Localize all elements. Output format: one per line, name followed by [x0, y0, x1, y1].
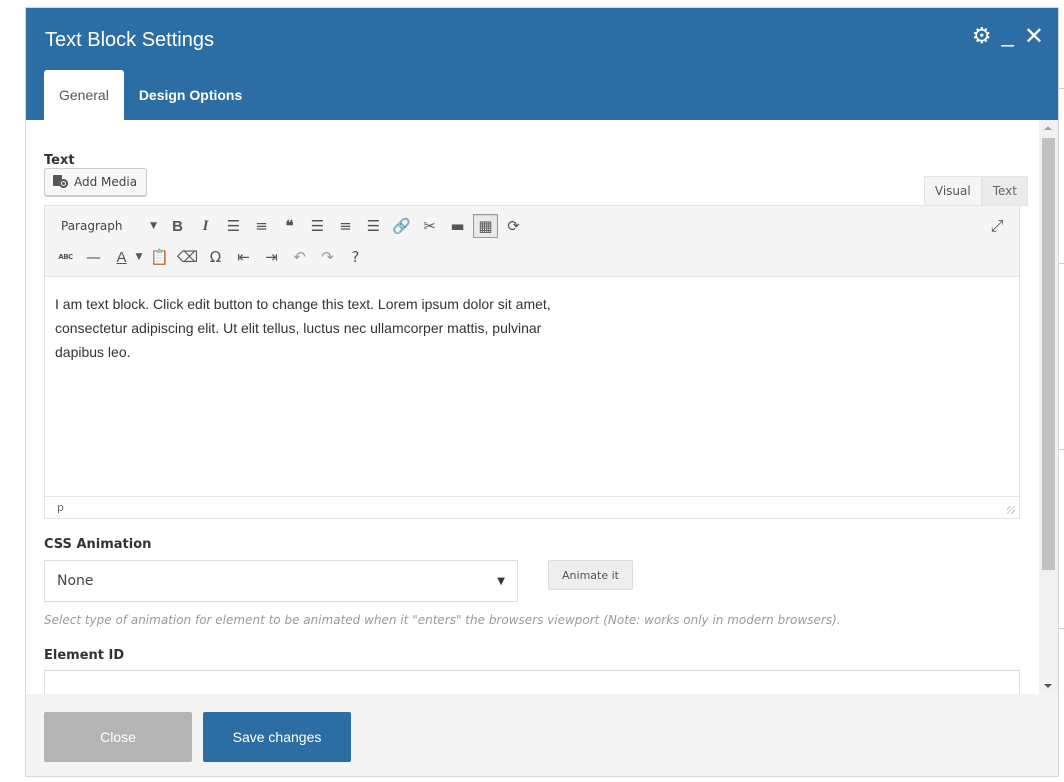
toolbar-row-1: Paragraph ▼ B I ☰ ≡ ❝ ☰ ≡ ☰ 🔗 ✂ ▬ ▦ ⟳ [53, 213, 529, 239]
strikethrough-icon[interactable]: ABC [53, 245, 78, 269]
modal-footer: Close Save changes [26, 694, 1058, 776]
add-media-button[interactable]: Add Media [44, 168, 148, 196]
align-center-icon[interactable]: ≡ [333, 214, 358, 238]
fullscreen-icon[interactable]: ⤢ [985, 214, 1009, 238]
css-animation-help: Select type of animation for element to … [44, 613, 841, 627]
tab-text[interactable]: Text [981, 176, 1028, 206]
chevron-down-icon: ▼ [150, 221, 157, 231]
blockquote-icon[interactable]: ❝ [277, 214, 302, 238]
toolbar-row-2: ABC — A ▼ 📋 ⌫ Ω ⇤ ⇥ ↶ ↷ ? [53, 244, 371, 270]
read-more-icon[interactable]: ▬ [445, 214, 470, 238]
text-field-label: Text [44, 153, 75, 168]
editor-mode-tabs: Visual Text [923, 176, 1028, 206]
css-animation-select[interactable]: None ▼ [44, 560, 518, 602]
resize-grip-icon[interactable] [1007, 506, 1015, 514]
modal-title: Text Block Settings [45, 29, 214, 51]
element-id-input[interactable] [44, 670, 1020, 694]
close-icon[interactable]: ✕ [1024, 25, 1044, 49]
add-media-icon [53, 175, 69, 189]
format-select[interactable]: Paragraph ▼ [53, 214, 165, 238]
chevron-down-icon: ▼ [497, 575, 505, 587]
css-animation-value: None [57, 573, 94, 589]
modal-content: Text Add Media Visual Text Paragraph ▼ B [26, 120, 1038, 694]
redo-icon[interactable]: ↷ [315, 245, 340, 269]
modal-tabs: General Design Options [44, 70, 257, 120]
clear-formatting-icon[interactable]: ⌫ [175, 245, 200, 269]
text-color-icon[interactable]: A [109, 245, 134, 269]
indent-icon[interactable]: ⇥ [259, 245, 284, 269]
scroll-down-icon[interactable] [1044, 684, 1052, 688]
add-media-label: Add Media [74, 175, 138, 189]
format-select-value: Paragraph [61, 219, 123, 233]
tab-design-options[interactable]: Design Options [124, 70, 257, 120]
outdent-icon[interactable]: ⇤ [231, 245, 256, 269]
special-character-icon[interactable]: Ω [203, 245, 228, 269]
paste-text-icon[interactable]: 📋 [147, 245, 172, 269]
element-id-label: Element ID [44, 648, 125, 663]
editor-body[interactable]: I am text block. Click edit button to ch… [45, 278, 1019, 490]
undo-icon[interactable]: ↶ [287, 245, 312, 269]
editor-toolbar: Paragraph ▼ B I ☰ ≡ ❝ ☰ ≡ ☰ 🔗 ✂ ▬ ▦ ⟳ AB… [45, 206, 1019, 277]
animate-it-button[interactable]: Animate it [548, 560, 633, 590]
vertical-scrollbar[interactable] [1039, 120, 1058, 694]
gear-icon[interactable]: ⚙ [972, 26, 992, 48]
settings-modal: Text Block Settings ⚙ _ ✕ General Design… [25, 7, 1059, 777]
bold-icon[interactable]: B [165, 214, 190, 238]
css-animation-label: CSS Animation [44, 537, 152, 552]
scroll-up-icon[interactable] [1044, 126, 1052, 130]
align-left-icon[interactable]: ☰ [305, 214, 330, 238]
align-right-icon[interactable]: ☰ [361, 214, 386, 238]
save-changes-button[interactable]: Save changes [203, 712, 351, 762]
remove-link-icon[interactable]: ✂ [417, 214, 442, 238]
scrollbar-thumb[interactable] [1042, 138, 1055, 570]
help-icon[interactable]: ? [343, 245, 368, 269]
rich-text-editor: Paragraph ▼ B I ☰ ≡ ❝ ☰ ≡ ☰ 🔗 ✂ ▬ ▦ ⟳ AB… [44, 205, 1020, 519]
page: Text Block Settings ⚙ _ ✕ General Design… [0, 0, 1064, 782]
insert-link-icon[interactable]: 🔗 [389, 214, 414, 238]
editor-statusbar: p [45, 496, 1019, 518]
chevron-down-icon[interactable]: ▼ [134, 245, 144, 269]
element-path[interactable]: p [57, 501, 64, 514]
numbered-list-icon[interactable]: ≡ [249, 214, 274, 238]
modal-header: Text Block Settings ⚙ _ ✕ General Design… [26, 8, 1058, 120]
minimize-icon[interactable]: _ [1002, 24, 1014, 46]
horizontal-line-icon[interactable]: — [81, 245, 106, 269]
editor-content: I am text block. Click edit button to ch… [55, 296, 551, 360]
refresh-icon[interactable]: ⟳ [501, 214, 526, 238]
tab-visual[interactable]: Visual [923, 176, 982, 206]
header-controls: ⚙ _ ✕ [962, 24, 1044, 49]
close-button[interactable]: Close [44, 712, 192, 762]
toolbar-toggle-icon[interactable]: ▦ [473, 214, 498, 238]
tab-general[interactable]: General [44, 70, 124, 120]
bulleted-list-icon[interactable]: ☰ [221, 214, 246, 238]
italic-icon[interactable]: I [193, 214, 218, 238]
